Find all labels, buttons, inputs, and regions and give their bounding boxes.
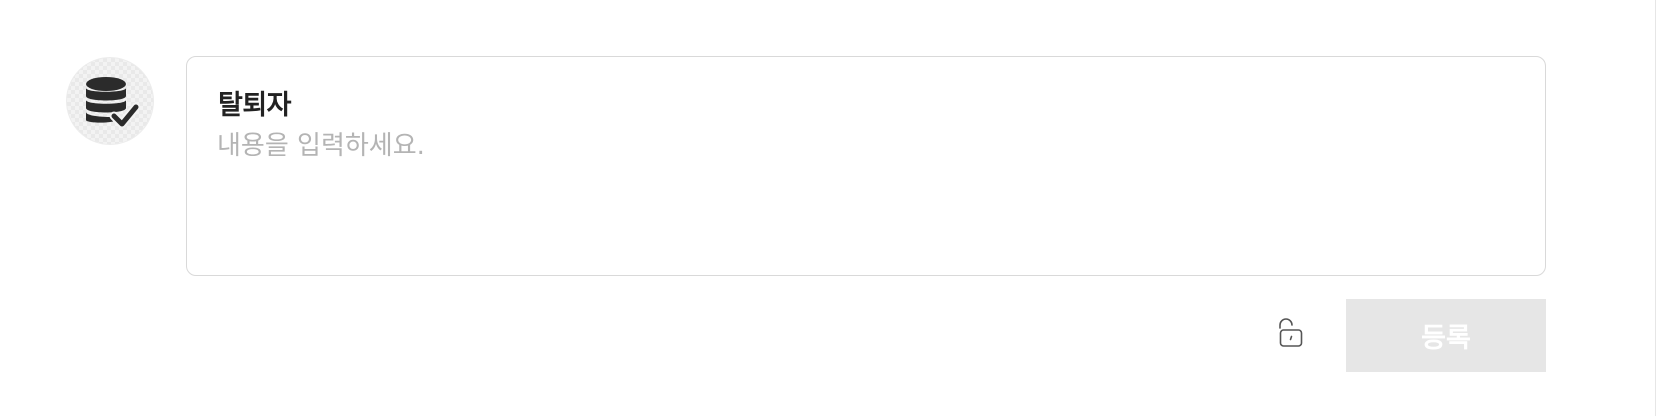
divider	[1655, 0, 1656, 416]
comment-input[interactable]	[217, 125, 1507, 245]
submit-button[interactable]: 등록	[1346, 299, 1546, 372]
author-name: 탈퇴자	[218, 90, 292, 121]
comment-write-page: 탈퇴자 등록	[0, 0, 1658, 416]
comment-box: 탈퇴자	[186, 56, 1546, 276]
database-check-icon	[86, 77, 140, 129]
unlock-icon[interactable]	[1274, 317, 1304, 349]
avatar	[66, 57, 154, 145]
